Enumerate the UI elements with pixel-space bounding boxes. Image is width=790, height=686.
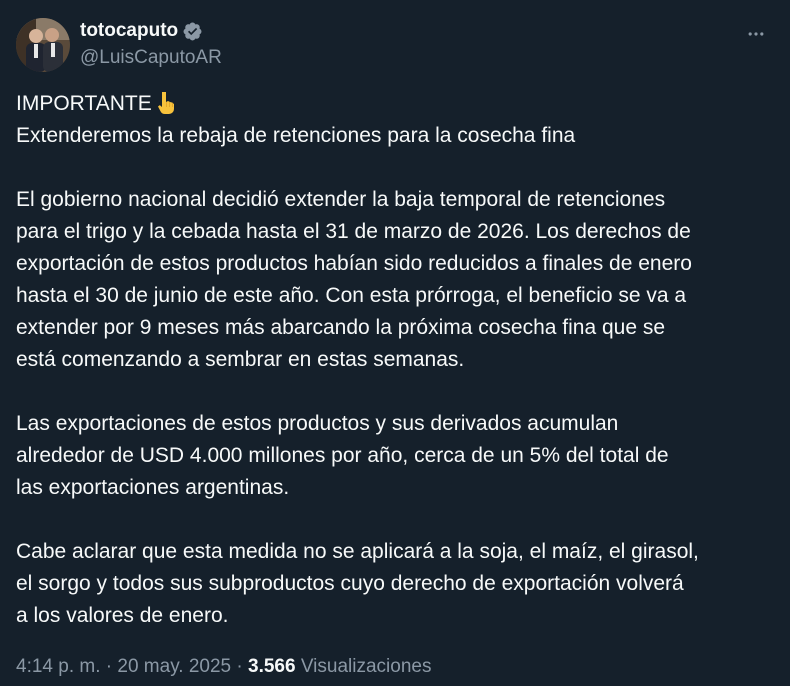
views-link[interactable]: 3.566 Visualizaciones bbox=[248, 656, 431, 677]
paragraph-1-line: hasta el 30 de junio de este año. Con es… bbox=[16, 284, 687, 307]
tweet-card: totocaputo @LuisCaputoAR IMPORTANTE Exte… bbox=[0, 0, 790, 686]
meta-separator: · bbox=[231, 656, 249, 677]
paragraph-2-line: alrededor de USD 4.000 millones por año,… bbox=[16, 444, 669, 467]
paragraph-1-line: extender por 9 meses más abarcando la pr… bbox=[16, 316, 666, 339]
paragraph-1-line: está comenzando a sembrar en estas seman… bbox=[16, 348, 465, 371]
tweet-date: 20 may. 2025 bbox=[117, 656, 232, 677]
display-name-row: totocaputo bbox=[80, 18, 222, 44]
tweet-heading-line: IMPORTANTE bbox=[16, 88, 776, 120]
more-dots-icon[interactable] bbox=[744, 22, 768, 46]
paragraph-1-line: para el trigo y la cebada hasta el 31 de… bbox=[16, 220, 691, 243]
avatar[interactable] bbox=[16, 18, 70, 72]
tweet-subheading: Extenderemos la rebaja de retenciones pa… bbox=[16, 124, 576, 147]
tweet-header: totocaputo @LuisCaputoAR bbox=[16, 14, 774, 74]
meta-separator: · bbox=[100, 656, 118, 677]
paragraph-3-line: el sorgo y todos sus subproductos cuyo d… bbox=[16, 572, 684, 595]
author-names: totocaputo @LuisCaputoAR bbox=[80, 18, 222, 69]
paragraph-3-line: Cabe aclarar que esta medida no se aplic… bbox=[16, 540, 699, 563]
paragraph-1-line: exportación de estos productos habían si… bbox=[16, 252, 692, 275]
verified-badge-icon[interactable] bbox=[182, 21, 203, 42]
views-count: 3.566 bbox=[248, 656, 296, 677]
paragraph-2-line: las exportaciones argentinas. bbox=[16, 476, 290, 499]
paragraph-3-line: a los valores de enero. bbox=[16, 604, 229, 627]
paragraph-2-line: Las exportaciones de estos productos y s… bbox=[16, 412, 619, 435]
views-label: Visualizaciones bbox=[300, 656, 432, 677]
tweet-heading: IMPORTANTE bbox=[16, 92, 152, 115]
pointing-down-emoji-icon bbox=[156, 90, 178, 115]
author-handle[interactable]: @LuisCaputoAR bbox=[80, 47, 222, 69]
tweet-meta: 4:14 p. m. · 20 may. 2025 · 3.566 Visual… bbox=[16, 656, 431, 678]
display-name[interactable]: totocaputo bbox=[80, 20, 178, 42]
tweet-time-link[interactable]: 4:14 p. m. · 20 may. 2025 bbox=[16, 656, 231, 677]
tweet-text: IMPORTANTE Extenderemos la rebaja de ret… bbox=[16, 88, 776, 632]
tweet-time: 4:14 p. m. bbox=[16, 656, 101, 677]
paragraph-1-line: El gobierno nacional decidió extender la… bbox=[16, 188, 666, 211]
